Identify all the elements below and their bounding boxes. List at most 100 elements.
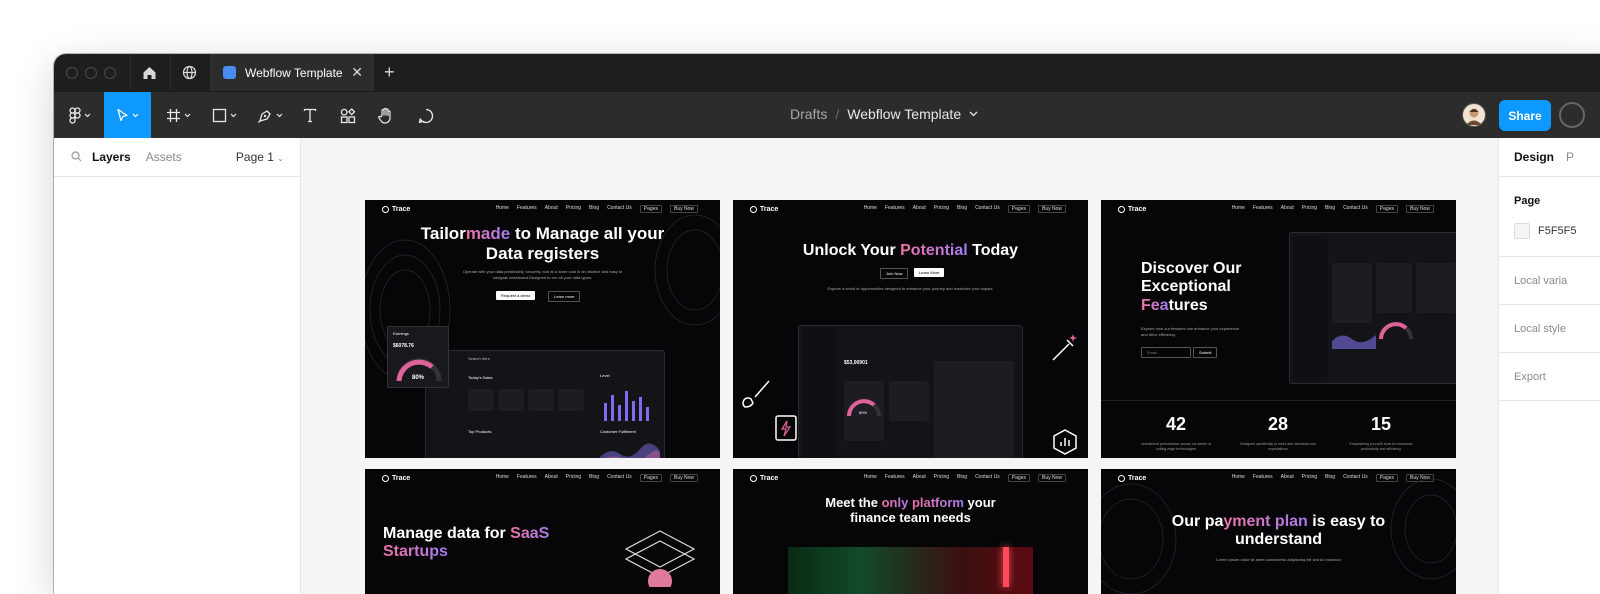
mock-sidebar	[802, 329, 837, 458]
frame-subtext: Operate with your data predictably, secu…	[462, 269, 623, 280]
plus-icon[interactable]: +	[384, 62, 395, 83]
top-products-label: Top Products	[468, 429, 492, 434]
breadcrumb-drafts[interactable]: Drafts	[790, 106, 827, 122]
avatar[interactable]	[1559, 102, 1585, 128]
trace-logo: Trace	[382, 474, 410, 482]
comment-tool[interactable]	[412, 92, 440, 139]
chevron-down-icon	[184, 113, 190, 118]
left-panel-header: Layers Assets Page 1 ⌄	[54, 138, 300, 177]
canvas[interactable]: Trace Home Features About Pricing Blog Contac…	[301, 138, 1600, 594]
customer-fulfilment-label: Customer Fulfilment	[600, 429, 636, 434]
text-tool[interactable]	[296, 92, 324, 139]
breadcrumb: Drafts / Webflow Template	[790, 106, 978, 122]
figma-window: Webflow Template ✕ + Drafts / Webflow Te…	[54, 54, 1600, 594]
local-variables-section[interactable]: Local varia	[1499, 257, 1600, 305]
close-icon[interactable]: ✕	[351, 64, 363, 81]
chevron-down-icon[interactable]	[969, 111, 978, 117]
email-input: Email	[1141, 347, 1191, 358]
page-background-color[interactable]: F5F5F5	[1514, 223, 1600, 239]
tab-prototype[interactable]: P	[1566, 150, 1574, 164]
main-menu-button[interactable]	[62, 92, 98, 139]
frame-nav: Trace Home Features About Pricing Blog Contac…	[365, 469, 720, 487]
tab-layers[interactable]: Layers	[92, 150, 131, 164]
page-section-title: Page	[1514, 195, 1541, 207]
frame-headline: Meet the only platform your finance team …	[825, 495, 996, 525]
tab-assets[interactable]: Assets	[146, 150, 182, 164]
hand-tool[interactable]	[372, 92, 400, 139]
frame-headline: Discover Our Exceptional Features	[1141, 260, 1242, 314]
frame-hero-saas[interactable]: Trace Home Features About Pricing Blog Contac…	[365, 469, 720, 594]
home-button[interactable]	[130, 54, 168, 91]
frame-hero-tailormade[interactable]: Trace Home Features About Pricing Blog Contac…	[365, 200, 720, 458]
frame-headline: Tailormade to Manage all your Data regist…	[420, 224, 665, 263]
move-tool[interactable]	[104, 92, 151, 139]
frame-nav-links: Home Features About Pricing Blog Contact Us Pa…	[1232, 205, 1434, 213]
pen-icon	[258, 109, 271, 123]
dashboard-mockup: $53,00901 80%	[798, 325, 1023, 458]
file-name[interactable]: Webflow Template	[847, 106, 961, 122]
stat-number: 15	[1370, 414, 1392, 434]
export-label: Export	[1514, 371, 1546, 383]
title-bar: Webflow Template ✕ +	[54, 54, 1600, 91]
share-button[interactable]: Share	[1499, 100, 1551, 131]
request-demo-button: Request a demo	[496, 291, 536, 300]
frame-subtext: Explore a world of opportunities designe…	[827, 286, 994, 291]
frame-headline: Our payment plan is easy to understand	[1171, 513, 1386, 549]
frame-nav: Trace Home Features About Pricing Blog Contac…	[733, 200, 1088, 218]
sales-card	[468, 389, 494, 411]
avatar[interactable]	[1462, 103, 1486, 127]
stat-description: Unmatched performance across our series …	[1140, 442, 1212, 451]
community-button[interactable]	[170, 54, 208, 91]
stat-description: Designed specifically to meet user deman…	[1240, 442, 1316, 451]
area-chart	[1332, 335, 1376, 349]
frame-headline: Manage data for SaaS Startups	[383, 525, 550, 561]
zoom-window-button[interactable]	[104, 67, 116, 79]
chevron-down-icon	[276, 113, 283, 118]
search-placeholder: Search here	[468, 356, 490, 361]
divider	[1101, 400, 1456, 401]
glow-bar	[1003, 547, 1009, 587]
text-icon	[303, 108, 317, 123]
rectangle-icon	[212, 108, 226, 123]
color-swatch[interactable]	[1514, 223, 1530, 239]
frame-hero-unlock-potential[interactable]: Trace Home Features About Pricing Blog Contac…	[733, 200, 1088, 458]
stat-number: 42	[1165, 414, 1187, 434]
pen-tool[interactable]	[250, 92, 290, 139]
sales-card	[498, 389, 524, 411]
frame-nav-links: Home Features About Pricing Blog Contact Us Pa…	[496, 474, 698, 482]
tab-design[interactable]: Design	[1514, 150, 1554, 164]
local-styles-section[interactable]: Local style	[1499, 305, 1600, 353]
mock-card	[1416, 263, 1456, 313]
resources-tool[interactable]	[334, 92, 362, 139]
frame-subtext: Lorem ipsum dolor sit amet consectetur a…	[1216, 557, 1341, 562]
frame-nav-links: Home Features About Pricing Blog Contact Us Pa…	[864, 205, 1066, 213]
join-now-button: Join Now	[880, 268, 909, 279]
tab-webflow-template[interactable]: Webflow Template ✕	[210, 54, 374, 91]
frame-headline: Unlock Your Potential Today	[802, 242, 1019, 259]
page-selector[interactable]: Page 1 ⌄	[236, 150, 284, 164]
close-window-button[interactable]	[66, 67, 78, 79]
mock-table	[934, 361, 1014, 458]
frame-tool[interactable]	[158, 92, 198, 139]
frame-features[interactable]: Trace Home Features About Pricing Blog Contac…	[1101, 200, 1456, 458]
level-label: Level	[600, 373, 610, 378]
page-color-value[interactable]: F5F5F5	[1538, 225, 1577, 237]
todays-sales-label: Today's Sales	[468, 375, 493, 380]
export-section[interactable]: Export	[1499, 353, 1600, 401]
gauge-chart	[1379, 322, 1413, 340]
tab-title: Webflow Template	[245, 65, 343, 80]
minimize-window-button[interactable]	[85, 67, 97, 79]
right-panel: Design P Page F5F5F5 Local varia Local s…	[1498, 138, 1600, 594]
chevron-down-icon: ⌄	[277, 154, 284, 163]
frame-pricing[interactable]: Trace Home Features About Pricing Blog Contac…	[1101, 469, 1456, 594]
search-icon[interactable]	[71, 151, 82, 162]
frame-nav: Trace Home Features About Pricing Blog Contac…	[1101, 200, 1456, 218]
shape-tool[interactable]	[204, 92, 244, 139]
learn-more-button: Learn more	[548, 291, 581, 302]
gauge-value: 80%	[859, 410, 868, 415]
breadcrumb-separator: /	[835, 106, 840, 122]
chevron-down-icon	[132, 113, 139, 118]
page-section: Page F5F5F5	[1499, 177, 1600, 257]
frame-hero-finance[interactable]: Trace Home Features About Pricing Blog Contac…	[733, 469, 1088, 594]
layers-illustration	[624, 530, 696, 587]
